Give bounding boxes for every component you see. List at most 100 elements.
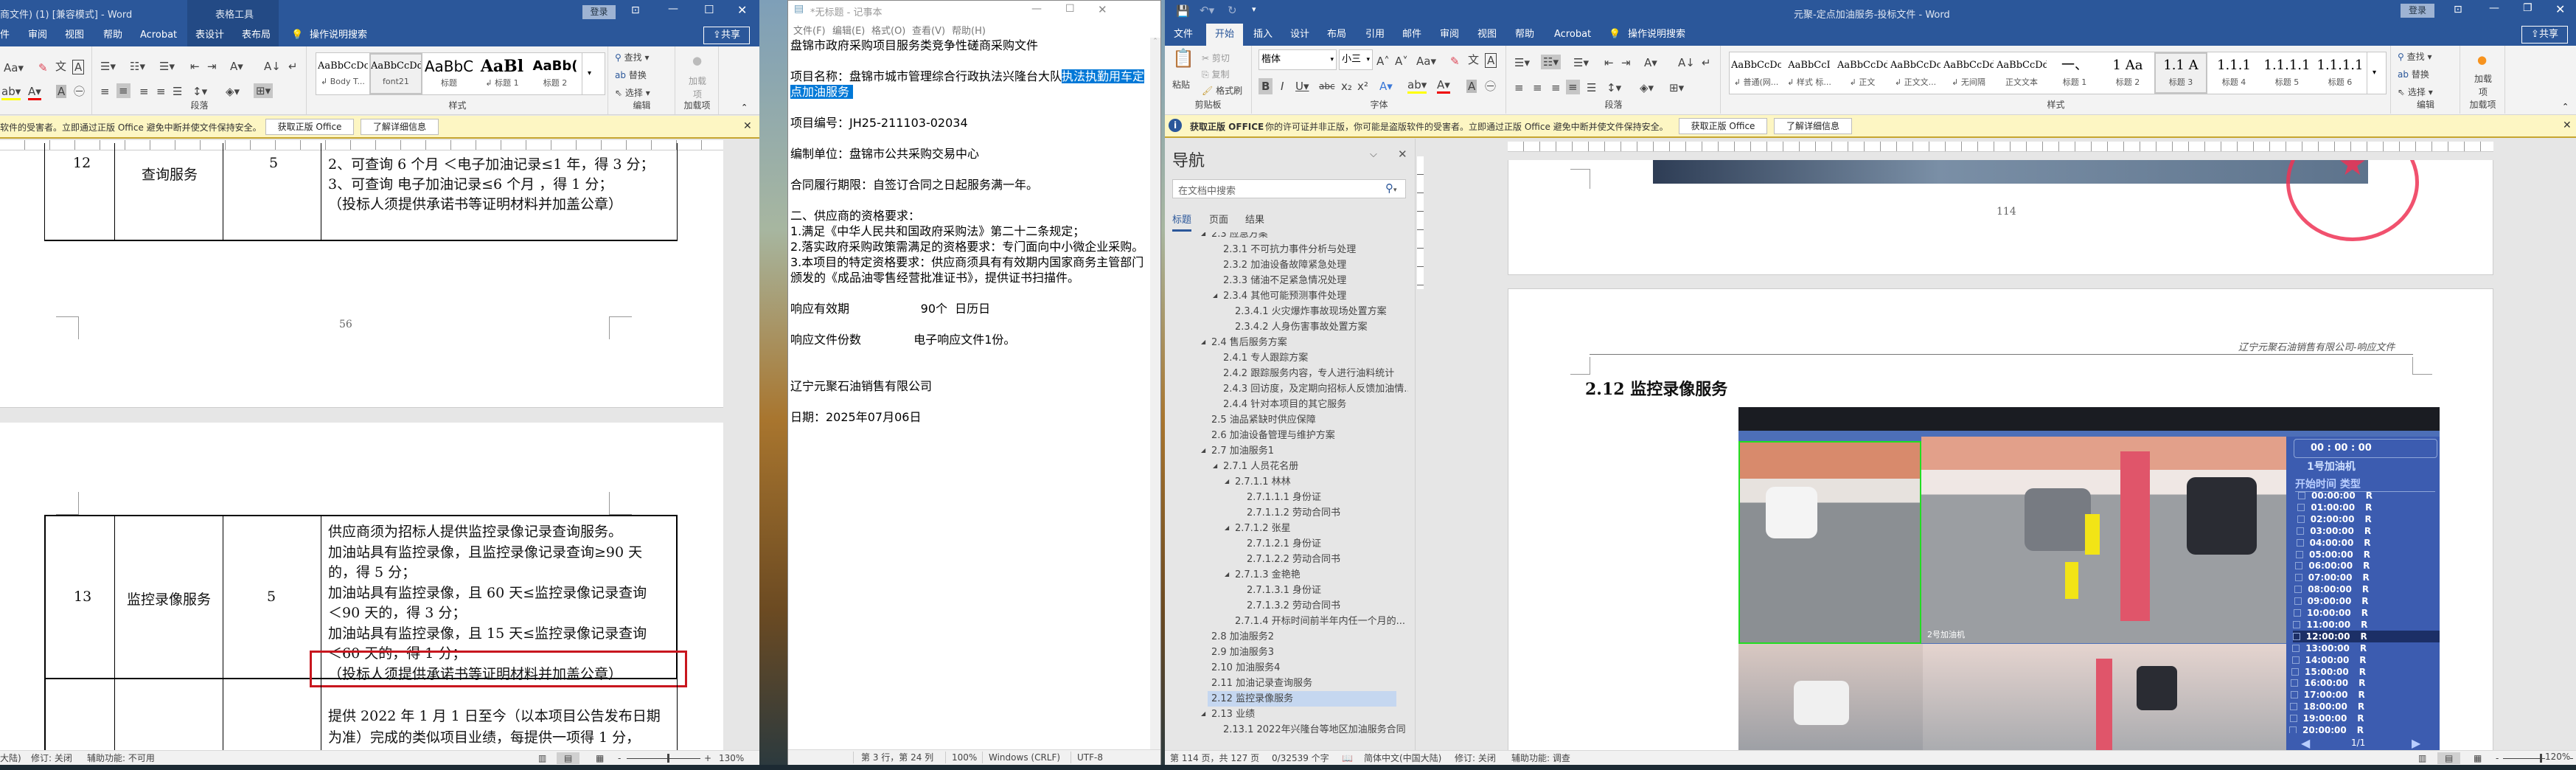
- status-accessibility[interactable]: 辅助功能: 不可用: [87, 752, 155, 764]
- ribbon-display-icon[interactable]: ⊡: [2454, 4, 2462, 15]
- bullets-icon[interactable]: ☰▾: [1514, 56, 1530, 69]
- redo-icon[interactable]: ↻: [1228, 4, 1237, 17]
- phonetic-icon[interactable]: 文: [55, 60, 66, 73]
- select-button[interactable]: ⇖ 选择 ▾: [615, 86, 650, 100]
- decrease-indent-icon[interactable]: ⇤: [1604, 56, 1614, 69]
- nav-heading-item[interactable]: 2.3 应急方案: [1211, 232, 1268, 242]
- shrink-font-icon[interactable]: A˅: [1395, 55, 1408, 68]
- align-center-icon[interactable]: ≡: [116, 83, 130, 98]
- replace-button[interactable]: ab 替换: [2398, 68, 2429, 81]
- find-button[interactable]: ⚲ 查找 ▾: [615, 51, 649, 64]
- bullets-icon[interactable]: ☰▾: [100, 60, 116, 73]
- read-mode-icon[interactable]: ▥: [2418, 752, 2426, 764]
- status-word-count[interactable]: 0/32539 个字: [1272, 752, 1329, 764]
- tab-file[interactable]: 件: [0, 24, 10, 46]
- align-center-icon[interactable]: ≡: [1533, 81, 1542, 94]
- char-border-icon[interactable]: A: [72, 60, 85, 74]
- tab-view[interactable]: 视图: [65, 24, 84, 46]
- tab-home[interactable]: 开始: [1206, 24, 1244, 46]
- distribute-icon[interactable]: ☰: [173, 85, 182, 98]
- strikethrough-button[interactable]: abc: [1319, 80, 1335, 93]
- justify-icon[interactable]: ≡: [156, 85, 166, 98]
- status-track-changes[interactable]: 修订: 关闭: [1455, 752, 1496, 764]
- nav-heading-item[interactable]: 2.3.4.2 人身伤害事故处置方案: [1235, 319, 1368, 335]
- text-direction-icon[interactable]: A▾: [230, 60, 243, 73]
- zoom-level[interactable]: 120%: [2545, 752, 2571, 762]
- nav-heading-item[interactable]: 2.8 加油服务2: [1211, 629, 1274, 645]
- zoom-slider-thumb[interactable]: [667, 754, 669, 763]
- notepad-text-area[interactable]: 盘锦市政府采购项目服务类竞争性磋商采购文件 项目名称：盘锦市城市管理综合行政执法兴…: [790, 38, 1150, 749]
- nav-heading-item[interactable]: 2.13 业绩: [1211, 707, 1255, 722]
- sort-icon[interactable]: A↓: [1678, 56, 1695, 69]
- style-item[interactable]: AaBbCcDdI ↲ 无间隔: [1942, 52, 1995, 94]
- collapse-triangle-icon[interactable]: ◢: [1225, 571, 1229, 578]
- zoom-out-button[interactable]: -: [618, 752, 621, 764]
- style-item[interactable]: 1.1.1 标题 4: [2207, 52, 2260, 94]
- nav-heading-item[interactable]: 2.7.1.2.2 劳动合同书: [1247, 552, 1340, 567]
- print-layout-icon[interactable]: ▤: [2437, 752, 2461, 764]
- char-shading-icon[interactable]: A: [1466, 80, 1477, 93]
- search-icon[interactable]: ⚲▾: [1385, 181, 1397, 195]
- subscript-button[interactable]: x₂: [1341, 80, 1352, 93]
- tab-references[interactable]: 引用: [1365, 24, 1385, 46]
- share-button[interactable]: ⇪共享: [2521, 26, 2568, 44]
- collapse-triangle-icon[interactable]: ◢: [1201, 339, 1205, 345]
- phonetic-icon[interactable]: 文: [1468, 53, 1479, 66]
- font-size-select[interactable]: 小三 ▾: [1339, 49, 1373, 70]
- vertical-ruler[interactable]: [1417, 156, 1424, 289]
- nav-close-icon[interactable]: ✕: [1398, 148, 1407, 161]
- tab-view[interactable]: 视图: [1477, 24, 1497, 46]
- numbering-icon[interactable]: ☷▾: [1541, 55, 1561, 69]
- nav-heading-item[interactable]: 2.9 加油服务3: [1211, 645, 1274, 660]
- nav-heading-item[interactable]: 2.5 油品紧缺时供应保障: [1211, 412, 1316, 428]
- nav-heading-item[interactable]: 2.3.1 不可抗力事件分析与处理: [1223, 242, 1356, 257]
- tab-acrobat[interactable]: Acrobat: [1554, 24, 1591, 46]
- style-item[interactable]: AaBbCcDc ↲ 正文文...: [1889, 52, 1942, 94]
- style-heading-2[interactable]: AaBb(标题 2: [529, 53, 582, 94]
- nav-tab-headings[interactable]: 标题: [1172, 212, 1192, 232]
- maximize-icon[interactable]: ☐: [1065, 3, 1075, 15]
- nav-heading-item[interactable]: 2.4.2 跟踪服务内容，专人进行油料统计: [1223, 366, 1394, 381]
- get-office-button[interactable]: 获取正版 Office: [1679, 118, 1767, 134]
- nav-heading-item[interactable]: 2.10 加油服务4: [1211, 660, 1280, 676]
- tab-table-layout[interactable]: 表布局: [242, 24, 271, 46]
- shading-icon[interactable]: ◈▾: [1640, 81, 1654, 94]
- collapse-triangle-icon[interactable]: ◢: [1225, 524, 1229, 531]
- nav-tab-results[interactable]: 结果: [1245, 212, 1264, 226]
- close-icon[interactable]: ✕: [1098, 3, 1107, 16]
- menu-help[interactable]: 帮助(H): [952, 23, 986, 37]
- nav-heading-item[interactable]: 2.11 加油记录查询服务: [1211, 676, 1312, 691]
- close-icon[interactable]: ✕: [2555, 2, 2565, 16]
- font-color-icon[interactable]: A▾: [1437, 78, 1450, 94]
- style-item[interactable]: AaBbCcDdI ↲ 正文: [1836, 52, 1889, 94]
- sort-icon[interactable]: A↓: [264, 60, 281, 73]
- multilevel-icon[interactable]: ☰▾: [159, 60, 175, 73]
- cut-button[interactable]: ✂ 剪切: [1202, 52, 1230, 65]
- login-button[interactable]: 登录: [2401, 4, 2434, 18]
- style-heading-1[interactable]: AaBl ↲ 标题 1: [476, 53, 529, 94]
- get-office-button[interactable]: 获取正版 Office: [265, 119, 354, 135]
- tab-design[interactable]: 设计: [1290, 24, 1309, 46]
- italic-button[interactable]: I: [1281, 80, 1284, 93]
- collapse-triangle-icon[interactable]: ◢: [1201, 447, 1205, 454]
- tab-help[interactable]: 帮助: [1515, 24, 1534, 46]
- horizontal-ruler[interactable]: [1508, 142, 2493, 152]
- style-item[interactable]: 1.1 A 标题 3: [2154, 52, 2207, 94]
- collapse-triangle-icon[interactable]: ◢: [1213, 292, 1217, 299]
- align-right-icon[interactable]: ≡: [139, 85, 149, 98]
- nav-heading-item[interactable]: 2.4.4 针对本项目的其它服务: [1223, 397, 1346, 412]
- style-body-text[interactable]: AaBbCcDc ↲ Body T...: [316, 53, 369, 94]
- web-layout-icon[interactable]: ▦: [596, 752, 604, 764]
- nav-heading-item[interactable]: 2.7.1.4 开标时间前半年内任一个月的...: [1235, 614, 1405, 629]
- text-direction-icon[interactable]: A▾: [1644, 56, 1657, 69]
- zoom-in-button[interactable]: +: [704, 752, 711, 764]
- nav-heading-item[interactable]: 2.3.3 储油不足紧急情况处理: [1223, 273, 1346, 288]
- maximize-icon[interactable]: ☐: [704, 3, 714, 16]
- text-effects-icon[interactable]: A▾: [1379, 80, 1393, 93]
- close-notice-icon[interactable]: ✕: [743, 120, 752, 132]
- zoom-level[interactable]: 130%: [719, 752, 744, 764]
- vertical-scrollbar[interactable]: [723, 140, 756, 750]
- nav-heading-item[interactable]: 2.7.1.1 林林: [1235, 474, 1291, 490]
- style-font21[interactable]: AaBbCcDdI font21: [369, 53, 422, 94]
- style-item[interactable]: 1.1.1.1 标题 5: [2260, 52, 2314, 94]
